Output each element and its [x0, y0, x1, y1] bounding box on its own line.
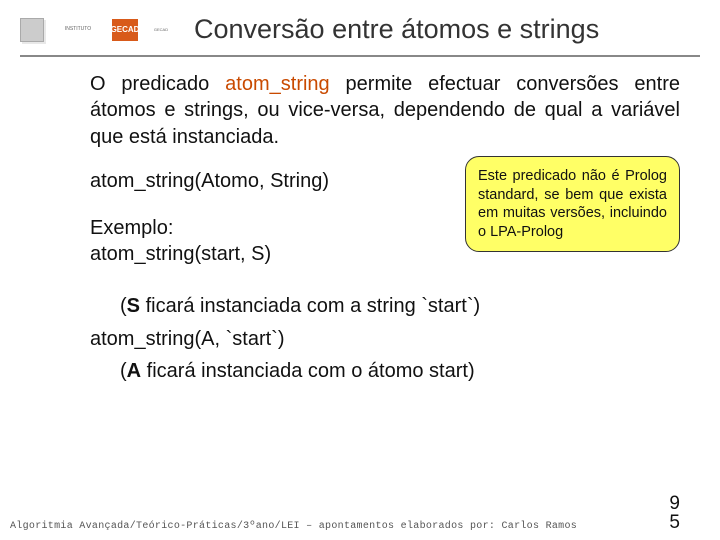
page-title: Conversão entre átomos e strings: [194, 14, 599, 45]
logo-institute-icon: [20, 18, 44, 42]
content-area: O predicado atom_string permite efectuar…: [0, 57, 720, 385]
keyword-atom-string: atom_string: [225, 73, 330, 95]
example2-result: (A ficará instanciada com o átomo start): [120, 358, 680, 384]
logo-gecad-text: GECAD: [142, 19, 180, 41]
example1-call: atom_string(start, S): [90, 243, 271, 265]
para1-pre: O predicado: [90, 73, 225, 95]
logo-gecad-icon: GECAD: [112, 19, 138, 41]
predicate-signature: atom_string(Atomo, String): [90, 168, 453, 194]
page-number: 9 5: [669, 494, 680, 532]
example2-call: atom_string(A, `start`): [90, 326, 680, 352]
footer-text: Algoritmia Avançada/Teórico-Práticas/3ºa…: [10, 521, 577, 532]
example-block: Exemplo: atom_string(start, S): [90, 215, 453, 268]
note-box: Este predicado não é Prolog standard, se…: [465, 156, 680, 252]
logo-institute-text: INSTITUTO: [48, 19, 108, 41]
intro-paragraph: O predicado atom_string permite efectuar…: [90, 71, 680, 150]
example1-result: (S ficará instanciada com a string `star…: [120, 293, 680, 319]
logo-block: INSTITUTO GECAD GECAD: [20, 18, 180, 42]
example-label: Exemplo:: [90, 217, 173, 239]
